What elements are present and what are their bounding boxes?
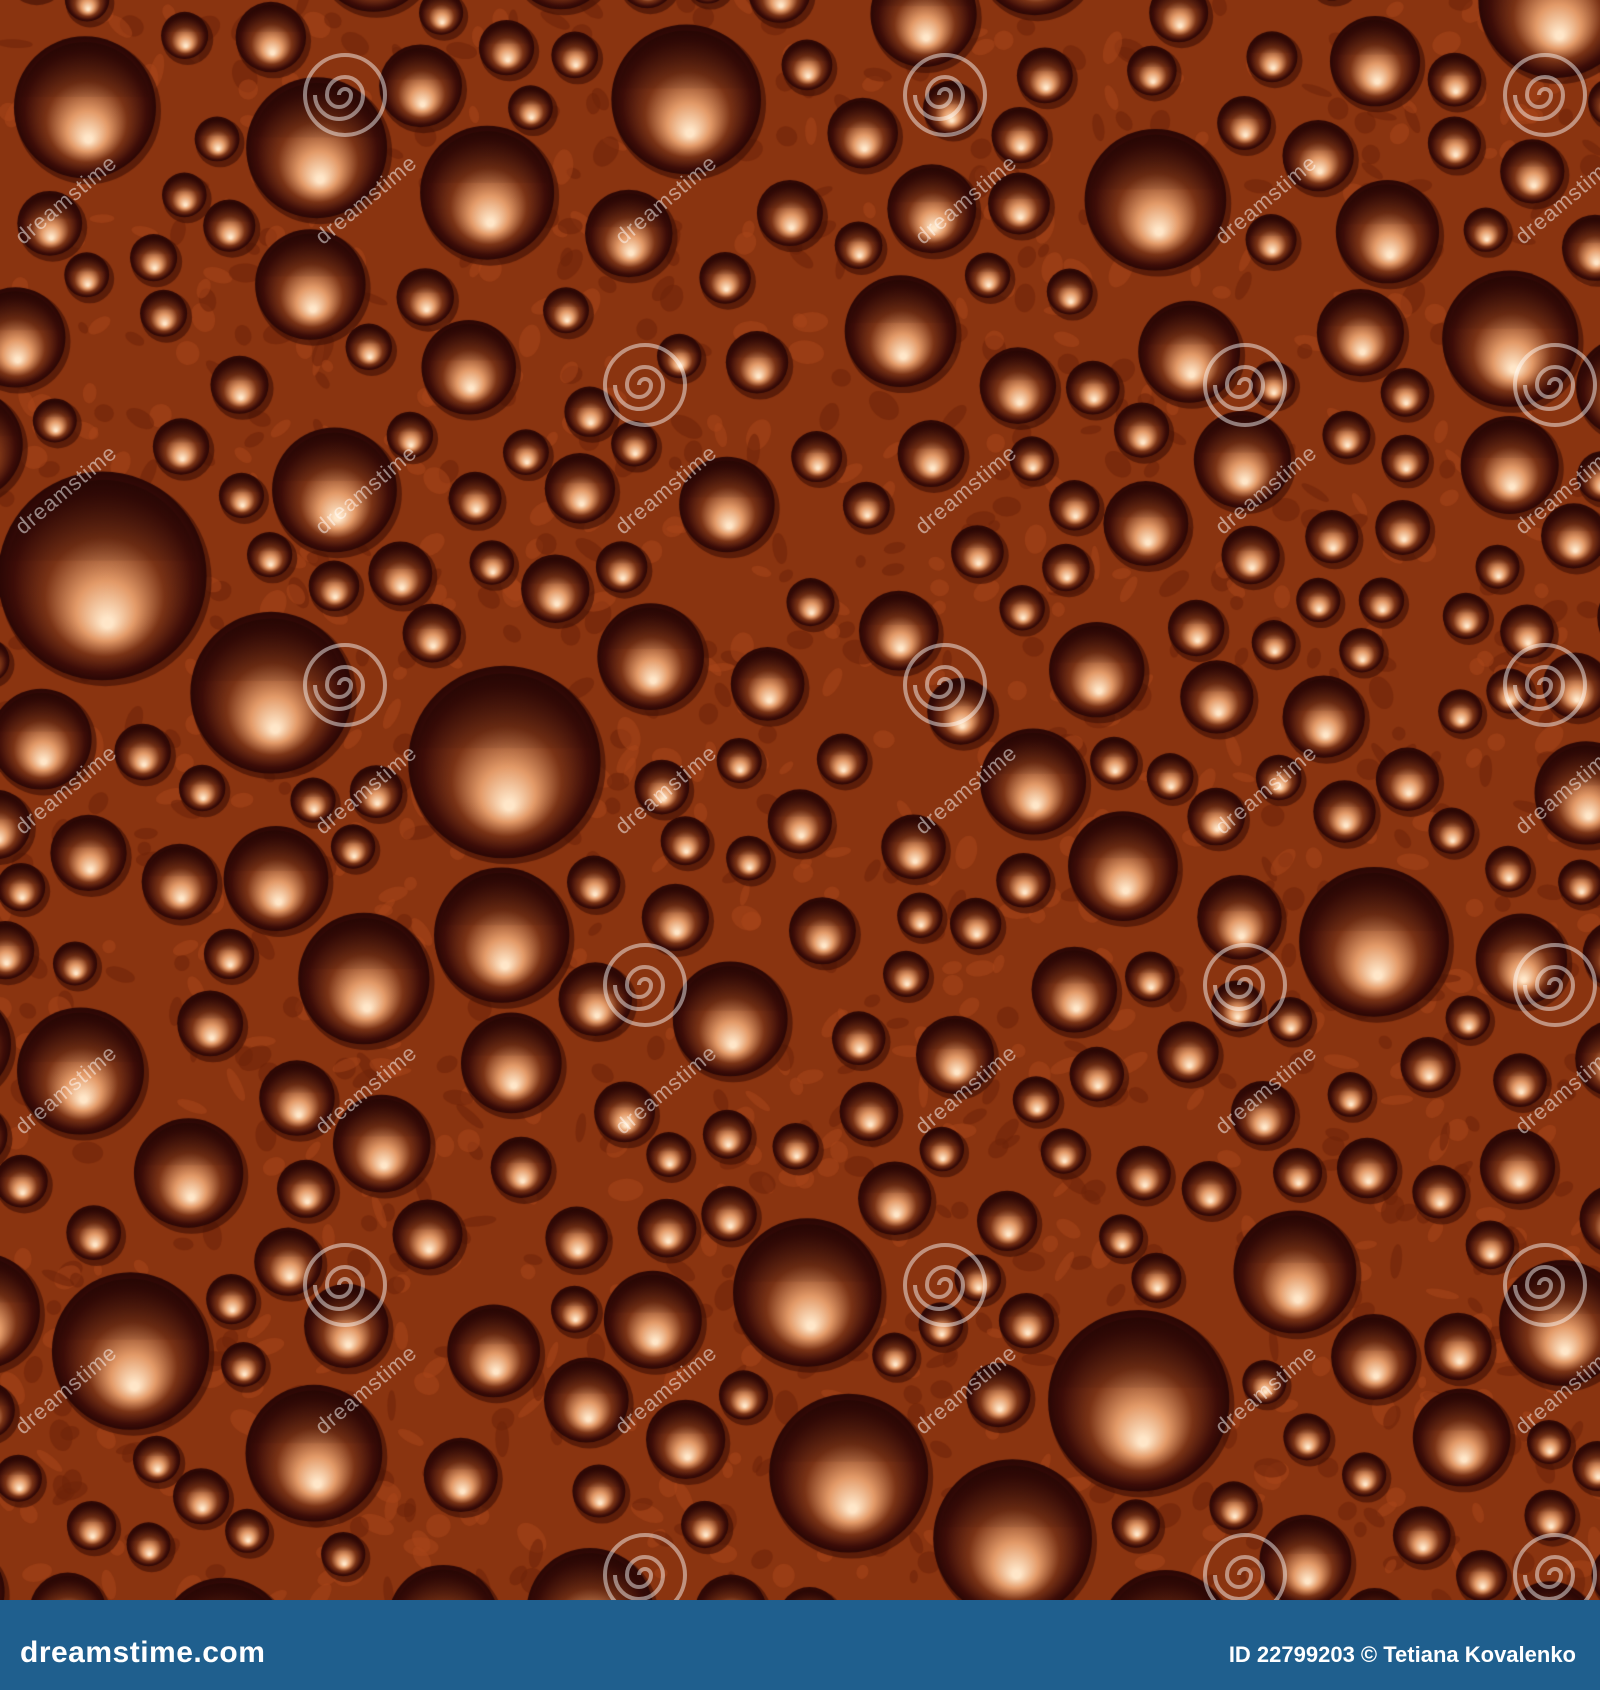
- footer-bar: dreamstime.com ID 22799203 © Tetiana Kov…: [0, 1600, 1600, 1690]
- chocolate-bubbles-texture: [0, 0, 1600, 1600]
- site-name[interactable]: dreamstime.com: [20, 1636, 265, 1670]
- stock-photo: dreamstime dreamstime dreamstime dreamstime…: [0, 0, 1600, 1600]
- image-credit: ID 22799203 © Tetiana Kovalenko: [1228, 1642, 1576, 1667]
